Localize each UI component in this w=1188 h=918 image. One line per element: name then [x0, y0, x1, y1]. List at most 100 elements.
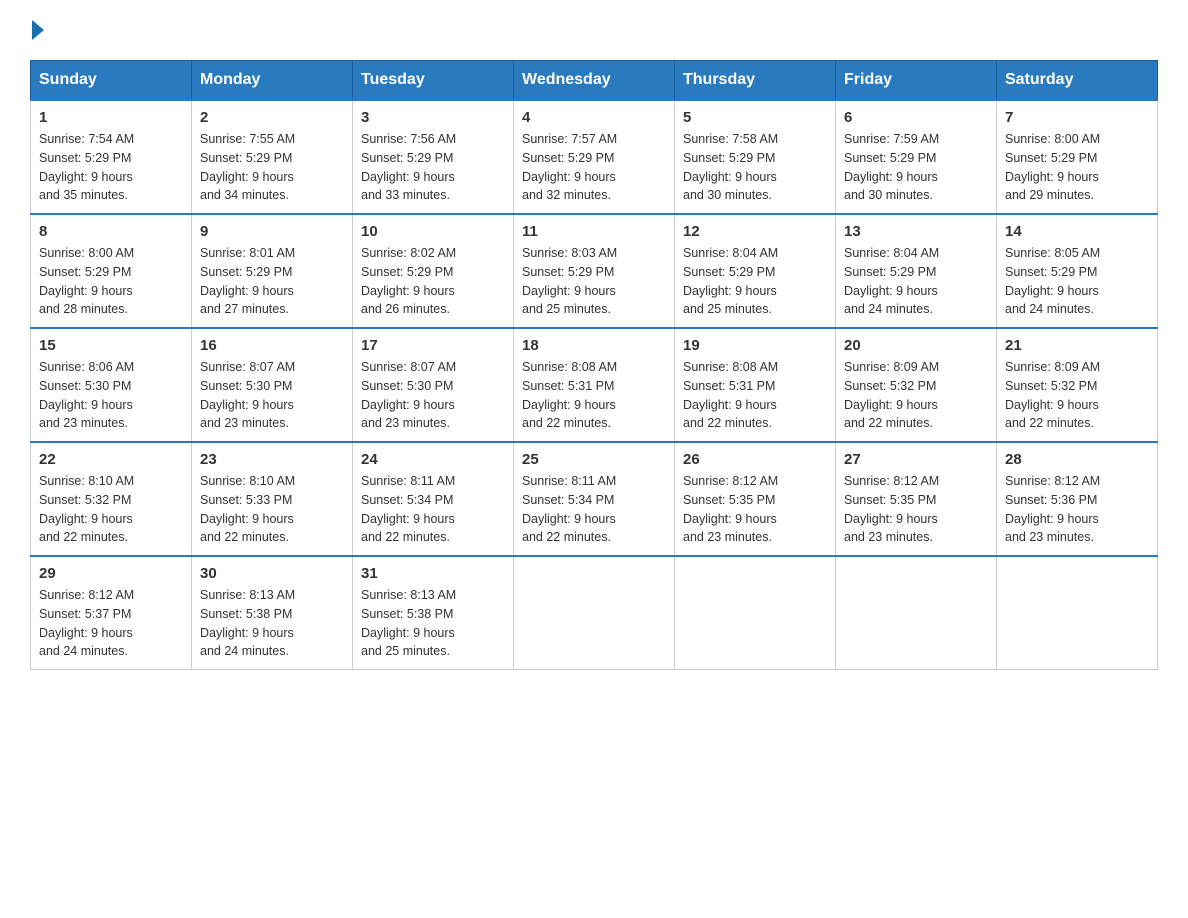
calendar-cell: 23 Sunrise: 8:10 AMSunset: 5:33 PMDayligh… — [192, 442, 353, 556]
logo — [30, 20, 44, 40]
day-number: 3 — [361, 109, 505, 126]
calendar-cell — [997, 556, 1158, 670]
day-number: 30 — [200, 565, 344, 582]
day-info: Sunrise: 8:12 AMSunset: 5:37 PMDaylight:… — [39, 586, 183, 661]
calendar-cell — [836, 556, 997, 670]
day-info: Sunrise: 8:00 AMSunset: 5:29 PMDaylight:… — [1005, 130, 1149, 205]
day-info: Sunrise: 8:06 AMSunset: 5:30 PMDaylight:… — [39, 358, 183, 433]
day-number: 7 — [1005, 109, 1149, 126]
calendar-cell: 6 Sunrise: 7:59 AMSunset: 5:29 PMDaylight… — [836, 100, 997, 214]
day-info: Sunrise: 7:59 AMSunset: 5:29 PMDaylight:… — [844, 130, 988, 205]
day-info: Sunrise: 8:13 AMSunset: 5:38 PMDaylight:… — [200, 586, 344, 661]
calendar-cell: 16 Sunrise: 8:07 AMSunset: 5:30 PMDayligh… — [192, 328, 353, 442]
calendar-cell: 7 Sunrise: 8:00 AMSunset: 5:29 PMDaylight… — [997, 100, 1158, 214]
calendar-cell: 19 Sunrise: 8:08 AMSunset: 5:31 PMDayligh… — [675, 328, 836, 442]
day-number: 13 — [844, 223, 988, 240]
day-info: Sunrise: 8:07 AMSunset: 5:30 PMDaylight:… — [200, 358, 344, 433]
day-info: Sunrise: 8:04 AMSunset: 5:29 PMDaylight:… — [683, 244, 827, 319]
calendar-cell: 22 Sunrise: 8:10 AMSunset: 5:32 PMDayligh… — [31, 442, 192, 556]
day-number: 27 — [844, 451, 988, 468]
weekday-header-wednesday: Wednesday — [514, 61, 675, 101]
day-info: Sunrise: 7:56 AMSunset: 5:29 PMDaylight:… — [361, 130, 505, 205]
calendar-cell: 15Sunrise: 8:06 AMSunset: 5:30 PMDayligh… — [31, 328, 192, 442]
day-info: Sunrise: 8:10 AMSunset: 5:33 PMDaylight:… — [200, 472, 344, 547]
calendar-cell: 13Sunrise: 8:04 AMSunset: 5:29 PMDayligh… — [836, 214, 997, 328]
day-number: 14 — [1005, 223, 1149, 240]
calendar-cell: 24Sunrise: 8:11 AMSunset: 5:34 PMDayligh… — [353, 442, 514, 556]
day-number: 25 — [522, 451, 666, 468]
calendar-cell: 30 Sunrise: 8:13 AMSunset: 5:38 PMDayligh… — [192, 556, 353, 670]
day-info: Sunrise: 8:12 AMSunset: 5:35 PMDaylight:… — [683, 472, 827, 547]
day-number: 4 — [522, 109, 666, 126]
weekday-header-friday: Friday — [836, 61, 997, 101]
day-info: Sunrise: 8:11 AMSunset: 5:34 PMDaylight:… — [522, 472, 666, 547]
weekday-header-saturday: Saturday — [997, 61, 1158, 101]
day-number: 17 — [361, 337, 505, 354]
day-info: Sunrise: 8:10 AMSunset: 5:32 PMDaylight:… — [39, 472, 183, 547]
calendar-cell: 3 Sunrise: 7:56 AMSunset: 5:29 PMDaylight… — [353, 100, 514, 214]
day-number: 11 — [522, 223, 666, 240]
day-info: Sunrise: 8:12 AMSunset: 5:36 PMDaylight:… — [1005, 472, 1149, 547]
calendar-cell: 20Sunrise: 8:09 AMSunset: 5:32 PMDayligh… — [836, 328, 997, 442]
calendar-table: SundayMondayTuesdayWednesdayThursdayFrid… — [30, 60, 1158, 670]
day-info: Sunrise: 8:12 AMSunset: 5:35 PMDaylight:… — [844, 472, 988, 547]
weekday-header-tuesday: Tuesday — [353, 61, 514, 101]
day-number: 18 — [522, 337, 666, 354]
calendar-cell: 25 Sunrise: 8:11 AMSunset: 5:34 PMDayligh… — [514, 442, 675, 556]
calendar-cell: 10 Sunrise: 8:02 AMSunset: 5:29 PMDayligh… — [353, 214, 514, 328]
day-number: 10 — [361, 223, 505, 240]
day-info: Sunrise: 8:13 AMSunset: 5:38 PMDaylight:… — [361, 586, 505, 661]
day-number: 16 — [200, 337, 344, 354]
day-number: 31 — [361, 565, 505, 582]
day-number: 23 — [200, 451, 344, 468]
day-info: Sunrise: 8:09 AMSunset: 5:32 PMDaylight:… — [844, 358, 988, 433]
calendar-cell — [675, 556, 836, 670]
calendar-cell: 31 Sunrise: 8:13 AMSunset: 5:38 PMDayligh… — [353, 556, 514, 670]
calendar-cell: 27 Sunrise: 8:12 AMSunset: 5:35 PMDayligh… — [836, 442, 997, 556]
day-number: 2 — [200, 109, 344, 126]
calendar-header-row: SundayMondayTuesdayWednesdayThursdayFrid… — [31, 61, 1158, 101]
day-info: Sunrise: 8:03 AMSunset: 5:29 PMDaylight:… — [522, 244, 666, 319]
calendar-cell: 8 Sunrise: 8:00 AMSunset: 5:29 PMDaylight… — [31, 214, 192, 328]
day-info: Sunrise: 8:01 AMSunset: 5:29 PMDaylight:… — [200, 244, 344, 319]
day-number: 24 — [361, 451, 505, 468]
day-number: 9 — [200, 223, 344, 240]
day-number: 19 — [683, 337, 827, 354]
day-number: 26 — [683, 451, 827, 468]
calendar-cell: 29 Sunrise: 8:12 AMSunset: 5:37 PMDayligh… — [31, 556, 192, 670]
calendar-cell: 21 Sunrise: 8:09 AMSunset: 5:32 PMDayligh… — [997, 328, 1158, 442]
day-number: 22 — [39, 451, 183, 468]
day-info: Sunrise: 8:08 AMSunset: 5:31 PMDaylight:… — [522, 358, 666, 433]
weekday-header-sunday: Sunday — [31, 61, 192, 101]
calendar-cell: 9 Sunrise: 8:01 AMSunset: 5:29 PMDaylight… — [192, 214, 353, 328]
calendar-cell: 4 Sunrise: 7:57 AMSunset: 5:29 PMDaylight… — [514, 100, 675, 214]
day-number: 8 — [39, 223, 183, 240]
calendar-cell: 18 Sunrise: 8:08 AMSunset: 5:31 PMDayligh… — [514, 328, 675, 442]
day-number: 12 — [683, 223, 827, 240]
calendar-cell: 1Sunrise: 7:54 AMSunset: 5:29 PMDaylight… — [31, 100, 192, 214]
day-info: Sunrise: 7:55 AMSunset: 5:29 PMDaylight:… — [200, 130, 344, 205]
calendar-cell: 14Sunrise: 8:05 AMSunset: 5:29 PMDayligh… — [997, 214, 1158, 328]
weekday-header-monday: Monday — [192, 61, 353, 101]
week-row-1: 1Sunrise: 7:54 AMSunset: 5:29 PMDaylight… — [31, 100, 1158, 214]
week-row-4: 22 Sunrise: 8:10 AMSunset: 5:32 PMDayligh… — [31, 442, 1158, 556]
day-info: Sunrise: 8:00 AMSunset: 5:29 PMDaylight:… — [39, 244, 183, 319]
day-info: Sunrise: 8:09 AMSunset: 5:32 PMDaylight:… — [1005, 358, 1149, 433]
day-info: Sunrise: 7:57 AMSunset: 5:29 PMDaylight:… — [522, 130, 666, 205]
calendar-cell — [514, 556, 675, 670]
day-info: Sunrise: 7:54 AMSunset: 5:29 PMDaylight:… — [39, 130, 183, 205]
day-number: 6 — [844, 109, 988, 126]
page-header — [30, 20, 1158, 40]
calendar-cell: 5Sunrise: 7:58 AMSunset: 5:29 PMDaylight… — [675, 100, 836, 214]
day-info: Sunrise: 8:08 AMSunset: 5:31 PMDaylight:… — [683, 358, 827, 433]
day-number: 21 — [1005, 337, 1149, 354]
day-number: 28 — [1005, 451, 1149, 468]
day-number: 29 — [39, 565, 183, 582]
week-row-5: 29 Sunrise: 8:12 AMSunset: 5:37 PMDayligh… — [31, 556, 1158, 670]
week-row-2: 8 Sunrise: 8:00 AMSunset: 5:29 PMDaylight… — [31, 214, 1158, 328]
day-info: Sunrise: 8:02 AMSunset: 5:29 PMDaylight:… — [361, 244, 505, 319]
calendar-cell: 11 Sunrise: 8:03 AMSunset: 5:29 PMDayligh… — [514, 214, 675, 328]
calendar-cell: 17 Sunrise: 8:07 AMSunset: 5:30 PMDayligh… — [353, 328, 514, 442]
day-info: Sunrise: 8:07 AMSunset: 5:30 PMDaylight:… — [361, 358, 505, 433]
calendar-cell: 26 Sunrise: 8:12 AMSunset: 5:35 PMDayligh… — [675, 442, 836, 556]
